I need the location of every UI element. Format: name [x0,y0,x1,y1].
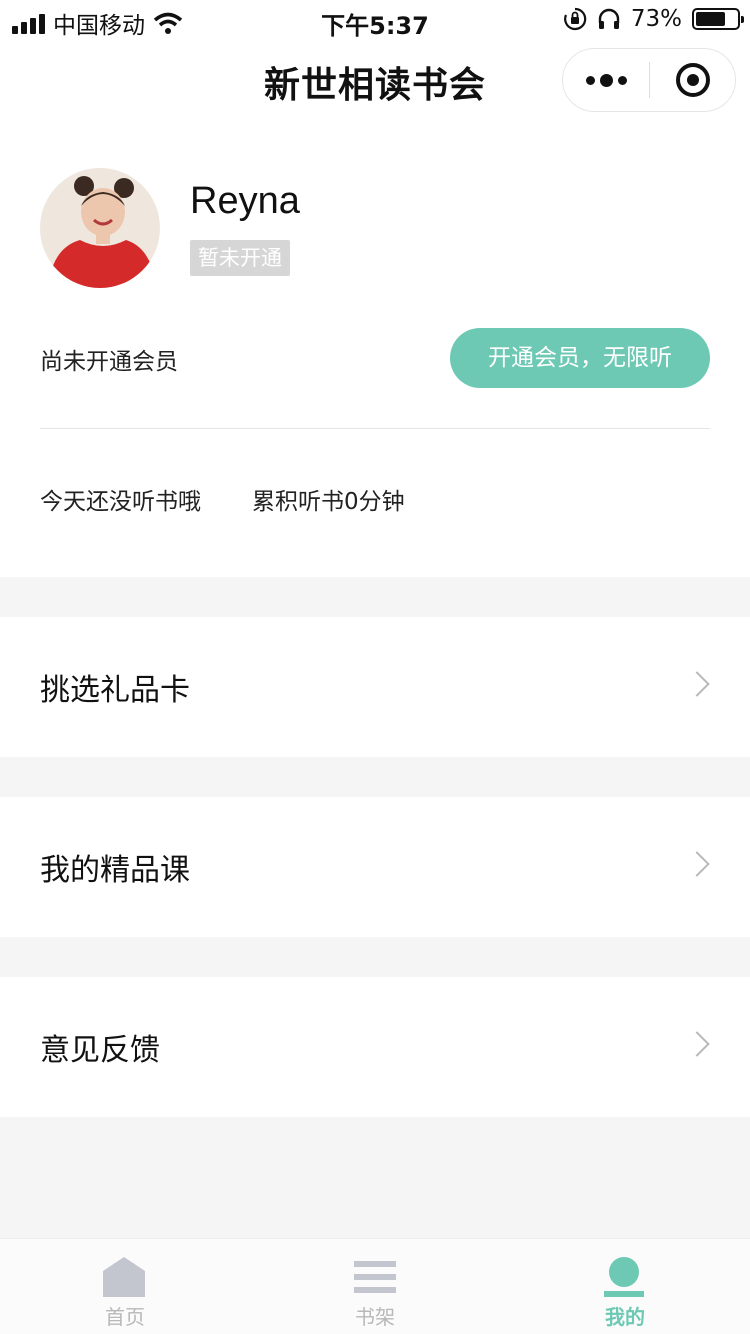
menu-item-gift-card[interactable]: 挑选礼品卡 [0,617,750,757]
rotation-lock-icon [563,7,587,31]
mini-program-capsule [562,48,736,112]
tab-me[interactable]: 我的 [500,1239,750,1334]
battery-fill [696,12,726,26]
listen-today-text: 今天还没听书哦 [40,489,201,515]
battery-icon [692,8,744,30]
home-icon [103,1257,145,1297]
headphones-icon [598,8,620,29]
close-mini-program-button[interactable] [650,49,735,111]
menu-item-my-courses[interactable]: 我的精品课 [0,797,750,937]
status-bar: 中国移动 下午5:37 73% [0,0,750,40]
battery-percent: 73% [630,6,682,32]
more-dots-icon[interactable] [563,49,649,111]
membership-status-text: 尚未开通会员 [40,349,178,375]
profile-icon [604,1257,644,1297]
tab-home[interactable]: 首页 [0,1239,250,1334]
page-background [0,1117,750,1238]
chevron-right-icon [684,671,710,697]
target-circle-icon [675,63,710,97]
join-membership-button[interactable]: 开通会员，无限听 [450,328,710,388]
tab-label: 我的 [605,1305,645,1329]
divider [40,428,710,429]
bookshelf-icon [354,1261,396,1293]
tab-bookshelf[interactable]: 书架 [250,1239,500,1334]
status-right: 73% [563,6,744,32]
section-gap [0,937,750,977]
menu-item-feedback[interactable]: 意见反馈 [0,977,750,1117]
avatar-image [40,168,160,288]
membership-badge: 暂未开通 [190,240,290,276]
menu-item-label: 挑选礼品卡 [40,673,190,708]
tab-bar: 首页 书架 我的 [0,1238,750,1334]
listen-total-text: 累积听书0分钟 [252,489,405,515]
avatar[interactable] [40,168,160,288]
section-gap [0,757,750,797]
chevron-right-icon [684,851,710,877]
section-gap [0,577,750,617]
tab-label: 首页 [105,1305,145,1329]
menu-item-label: 意见反馈 [40,1033,160,1068]
username: Reyna [190,180,300,222]
tab-label: 书架 [355,1305,395,1329]
menu-item-label: 我的精品课 [40,853,190,888]
chevron-right-icon [684,1031,710,1057]
